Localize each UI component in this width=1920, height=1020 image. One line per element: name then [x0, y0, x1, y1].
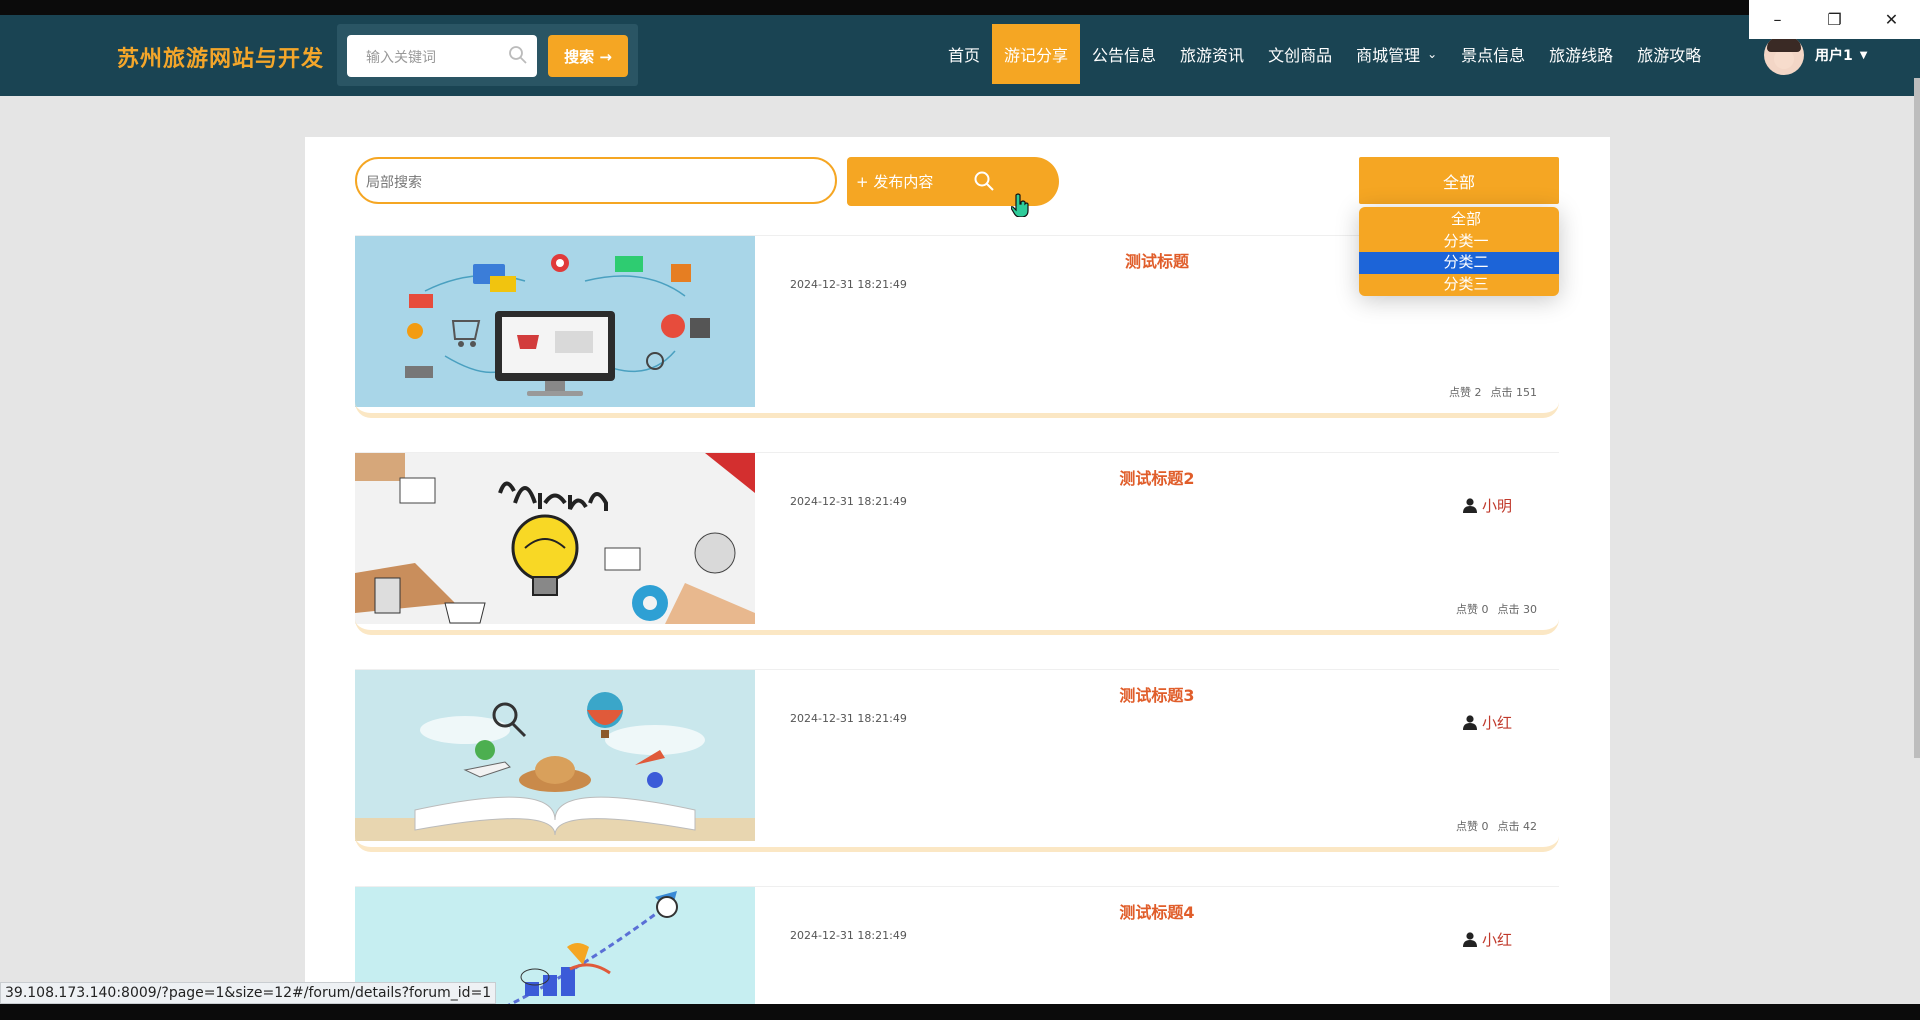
user-icon [1463, 715, 1477, 730]
local-search-placeholder: 局部搜索 [366, 175, 422, 191]
search-button[interactable]: 搜索 → [548, 35, 628, 77]
minimize-icon[interactable]: – [1749, 0, 1806, 39]
caret-down-icon: ▼ [1859, 49, 1868, 61]
nav-label: 公告信息 [1092, 46, 1157, 65]
keyword-input[interactable]: 输入关键词 [347, 35, 537, 77]
author-name: 小红 [1482, 931, 1513, 949]
nav-label: 文创商品 [1268, 46, 1333, 65]
scrollbar[interactable] [1914, 78, 1920, 758]
nav-label: 游记分享 [1004, 46, 1069, 65]
forum-panel: 局部搜索 + 发布内容 全部 全部 分类一 分类二 分类三 测试标题 2024-… [305, 137, 1610, 1020]
hand-cursor-icon [1011, 193, 1029, 217]
nav-label: 旅游资讯 [1180, 46, 1245, 65]
post-underline [355, 836, 1559, 852]
nav-label: 景点信息 [1461, 46, 1526, 65]
nav-item-travel-guides[interactable]: 旅游攻略 [1625, 24, 1713, 84]
post-clicks: 点击 151 [1490, 386, 1538, 399]
post-underline [355, 402, 1559, 418]
post-title[interactable]: 测试标题4 [755, 899, 1559, 923]
link-status-bar: 39.108.173.140:8009/?page=1&size=12#/for… [0, 982, 497, 1004]
post-author[interactable]: 小红 [1463, 929, 1512, 950]
header-search: 输入关键词 搜索 → [337, 24, 638, 86]
nav-item-announcements[interactable]: 公告信息 [1080, 24, 1168, 84]
keyword-placeholder: 输入关键词 [366, 50, 436, 66]
post-clicks: 点击 42 [1497, 820, 1538, 833]
post-underline [355, 619, 1559, 635]
category-dropdown: 全部 分类一 分类二 分类三 [1359, 207, 1559, 296]
online-shopping-illustration [355, 236, 755, 407]
nav-item-travel-routes[interactable]: 旅游线路 [1537, 24, 1625, 84]
category-option-highlighted[interactable]: 分类二 [1359, 252, 1559, 274]
site-header: 苏州旅游网站与开发 输入关键词 搜索 → 首页 游记分享 公告信息 旅游资讯 文… [0, 15, 1920, 96]
nav-item-scenic-spots[interactable]: 景点信息 [1449, 24, 1537, 84]
chevron-down-icon: ⌄ [1427, 47, 1438, 61]
post-date: 2024-12-31 18:21:49 [790, 712, 907, 725]
post-thumbnail[interactable] [355, 670, 755, 841]
close-icon[interactable]: ✕ [1863, 0, 1920, 39]
site-brand[interactable]: 苏州旅游网站与开发 [117, 41, 324, 73]
post-stats: 点赞 0 点击 30 [1456, 601, 1537, 617]
bottom-black-strip [0, 1004, 1920, 1020]
post-author[interactable]: 小明 [1463, 495, 1512, 516]
main-nav: 首页 游记分享 公告信息 旅游资讯 文创商品 商城管理 ⌄ 景点信息 旅游线路 旅… [936, 24, 1713, 84]
post-date: 2024-12-31 18:21:49 [790, 278, 907, 291]
search-icon [974, 171, 994, 191]
post-card[interactable]: 测试标题2 2024-12-31 18:21:49 小明 点赞 0 点击 30 [355, 452, 1559, 635]
search-icon [509, 46, 527, 64]
post-thumbnail[interactable] [355, 236, 755, 407]
post-card[interactable]: 测试标题3 2024-12-31 18:21:49 小红 点赞 0 点击 42 [355, 669, 1559, 852]
post-likes: 点赞 2 [1449, 386, 1482, 399]
category-select[interactable]: 全部 [1359, 157, 1559, 204]
post-likes: 点赞 0 [1456, 820, 1489, 833]
post-likes: 点赞 0 [1456, 603, 1489, 616]
user-icon [1463, 932, 1477, 947]
post-card[interactable]: 测试标题4 2024-12-31 18:21:49 小红 [355, 886, 1559, 1020]
travel-book-illustration [355, 670, 755, 841]
category-option[interactable]: 分类一 [1359, 231, 1559, 253]
nav-label: 商城管理 [1356, 46, 1421, 65]
category-option[interactable]: 分类三 [1359, 274, 1559, 296]
user-name: 用户1 [1815, 48, 1853, 64]
restore-icon[interactable]: ❐ [1806, 0, 1863, 39]
window-controls: – ❐ ✕ [1749, 0, 1920, 39]
nav-item-travel-news[interactable]: 旅游资讯 [1168, 24, 1256, 84]
post-thumbnail[interactable] [355, 453, 755, 624]
avatar [1764, 35, 1804, 75]
local-search-input[interactable]: 局部搜索 [355, 157, 837, 204]
publish-label: + 发布内容 [856, 173, 934, 191]
nav-item-mall-management[interactable]: 商城管理 ⌄ [1344, 24, 1449, 84]
nav-label: 旅游攻略 [1637, 46, 1702, 65]
nav-item-home[interactable]: 首页 [936, 24, 992, 84]
top-black-strip [0, 0, 1920, 15]
post-title[interactable]: 测试标题3 [755, 682, 1559, 706]
nav-item-cultural-products[interactable]: 文创商品 [1256, 24, 1344, 84]
nav-label: 首页 [948, 46, 981, 65]
author-name: 小红 [1482, 714, 1513, 732]
user-icon [1463, 498, 1477, 513]
author-name: 小明 [1482, 497, 1513, 515]
post-stats: 点赞 2 点击 151 [1449, 384, 1537, 400]
user-menu[interactable]: 用户1 ▼ [1764, 35, 1867, 75]
category-selected-label: 全部 [1442, 172, 1475, 192]
post-date: 2024-12-31 18:21:49 [790, 929, 907, 942]
nav-label: 旅游线路 [1549, 46, 1614, 65]
learn-lightbulb-illustration [355, 453, 755, 624]
post-clicks: 点击 30 [1497, 603, 1538, 616]
post-author[interactable]: 小红 [1463, 712, 1512, 733]
category-option[interactable]: 全部 [1359, 209, 1559, 231]
nav-item-travel-notes[interactable]: 游记分享 [992, 24, 1081, 84]
post-title[interactable]: 测试标题2 [755, 465, 1559, 489]
post-stats: 点赞 0 点击 42 [1456, 818, 1537, 834]
post-date: 2024-12-31 18:21:49 [790, 495, 907, 508]
